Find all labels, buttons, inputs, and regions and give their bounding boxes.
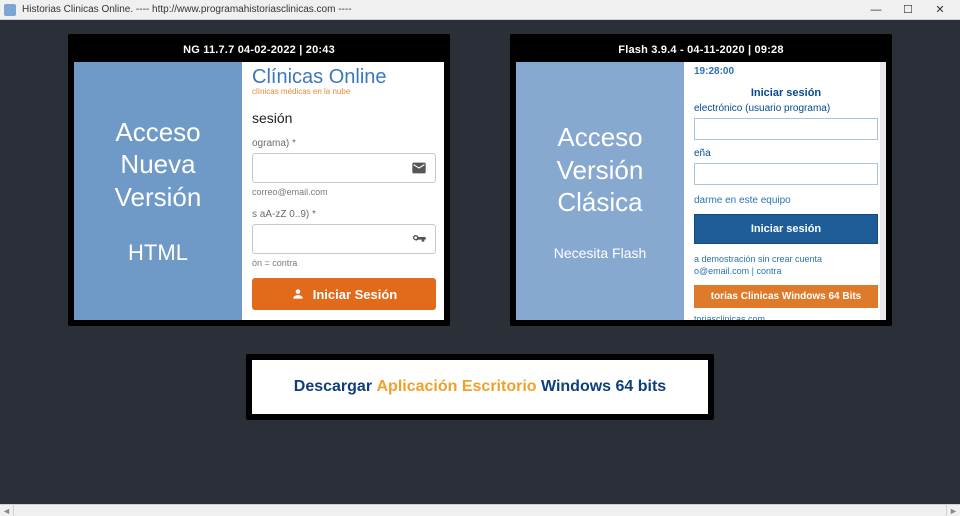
overlay-line: Clásica [557, 186, 642, 219]
overlay-line: Versión [115, 181, 202, 214]
app-icon [4, 4, 16, 16]
flash-demo-line2: o@email.com | contra [694, 266, 782, 276]
overlay-line: Nueva [120, 148, 195, 181]
mail-icon [411, 160, 427, 176]
flash-email-label: electrónico (usuario programa) [694, 103, 878, 114]
email-label: ograma) * [252, 138, 436, 149]
window-minimize-button[interactable]: — [860, 4, 892, 16]
classic-version-panel: 19:28:00 Iniciar sesión electrónico (usu… [684, 62, 886, 320]
flash-footer-link[interactable]: toriasclinicas.com [694, 314, 878, 320]
person-icon [291, 287, 305, 301]
overlay-sub: Necesita Flash [554, 245, 647, 261]
email-field[interactable] [252, 153, 436, 183]
cards-row: NG 11.7.7 04-02-2022 | 20:43 Acceso Nuev… [34, 34, 926, 326]
overlay-tech: HTML [128, 239, 188, 267]
password-field[interactable] [252, 224, 436, 254]
login-button[interactable]: Iniciar Sesión [252, 278, 436, 310]
flash-remember-label[interactable]: darme en este equipo [694, 195, 878, 206]
new-version-header: NG 11.7.7 04-02-2022 | 20:43 [74, 40, 444, 62]
classic-version-body: Acceso Versión Clásica Necesita Flash 19… [516, 62, 886, 320]
download-text: Descargar Aplicación Escritorio Windows … [252, 360, 708, 414]
flash-demo-link[interactable]: a demostración sin crear cuenta o@email.… [694, 254, 878, 277]
form-title: sesión [252, 110, 436, 126]
viewport: NG 11.7.7 04-02-2022 | 20:43 Acceso Nuev… [0, 20, 960, 516]
key-icon [411, 231, 427, 247]
scroll-left-arrow-icon[interactable]: ◄ [0, 505, 14, 516]
flash-password-field[interactable] [694, 163, 878, 185]
classic-version-overlay: Acceso Versión Clásica Necesita Flash [516, 62, 684, 320]
horizontal-scrollbar[interactable]: ◄ ► [0, 504, 960, 516]
new-version-body: Acceso Nueva Versión HTML Clínicas Onlin… [74, 62, 444, 320]
window-title: Historias Clinicas Online. ---- http://w… [22, 4, 860, 15]
window-maximize-button[interactable]: ☐ [892, 3, 924, 16]
flash-password-label: eña [694, 148, 878, 159]
flash-email-field[interactable] [694, 118, 878, 140]
overlay-line: Acceso [115, 116, 200, 149]
new-version-overlay: Acceso Nueva Versión HTML [74, 62, 242, 320]
flash-demo-line1: a demostración sin crear cuenta [694, 254, 822, 264]
password-helper: ón = contra [252, 258, 436, 268]
classic-version-card[interactable]: Flash 3.9.4 - 04-11-2020 | 09:28 Acceso … [510, 34, 892, 326]
flash-scroll-stripe [880, 62, 886, 320]
password-label: s aA-zZ 0..9) * [252, 209, 436, 220]
login-button-label: Iniciar Sesión [313, 287, 398, 302]
download-highlight: Aplicación Escritorio [377, 378, 537, 395]
download-row: Descargar Aplicación Escritorio Windows … [34, 354, 926, 420]
window-titlebar: Historias Clinicas Online. ---- http://w… [0, 0, 960, 20]
flash-download-button[interactable]: torias Clinicas Windows 64 Bits [694, 285, 878, 308]
flash-login-button[interactable]: Iniciar sesión [694, 214, 878, 244]
overlay-line: Versión [557, 154, 644, 187]
new-version-panel: Clínicas Online clínicas médicas en la n… [242, 62, 444, 320]
flash-login-title: Iniciar sesión [694, 87, 878, 99]
download-post: Windows 64 bits [537, 378, 667, 395]
classic-version-header: Flash 3.9.4 - 04-11-2020 | 09:28 [516, 40, 886, 62]
brand-subtitle: clínicas médicas en la nube [252, 87, 436, 96]
email-helper: correo@email.com [252, 187, 436, 197]
scroll-right-arrow-icon[interactable]: ► [946, 505, 960, 516]
overlay-line: Acceso [557, 121, 642, 154]
new-version-card[interactable]: NG 11.7.7 04-02-2022 | 20:43 Acceso Nuev… [68, 34, 450, 326]
download-pre: Descargar [294, 378, 377, 395]
window-close-button[interactable]: ✕ [924, 3, 956, 16]
brand-title: Clínicas Online [252, 66, 436, 89]
download-card[interactable]: Descargar Aplicación Escritorio Windows … [246, 354, 714, 420]
flash-time: 19:28:00 [694, 66, 878, 77]
